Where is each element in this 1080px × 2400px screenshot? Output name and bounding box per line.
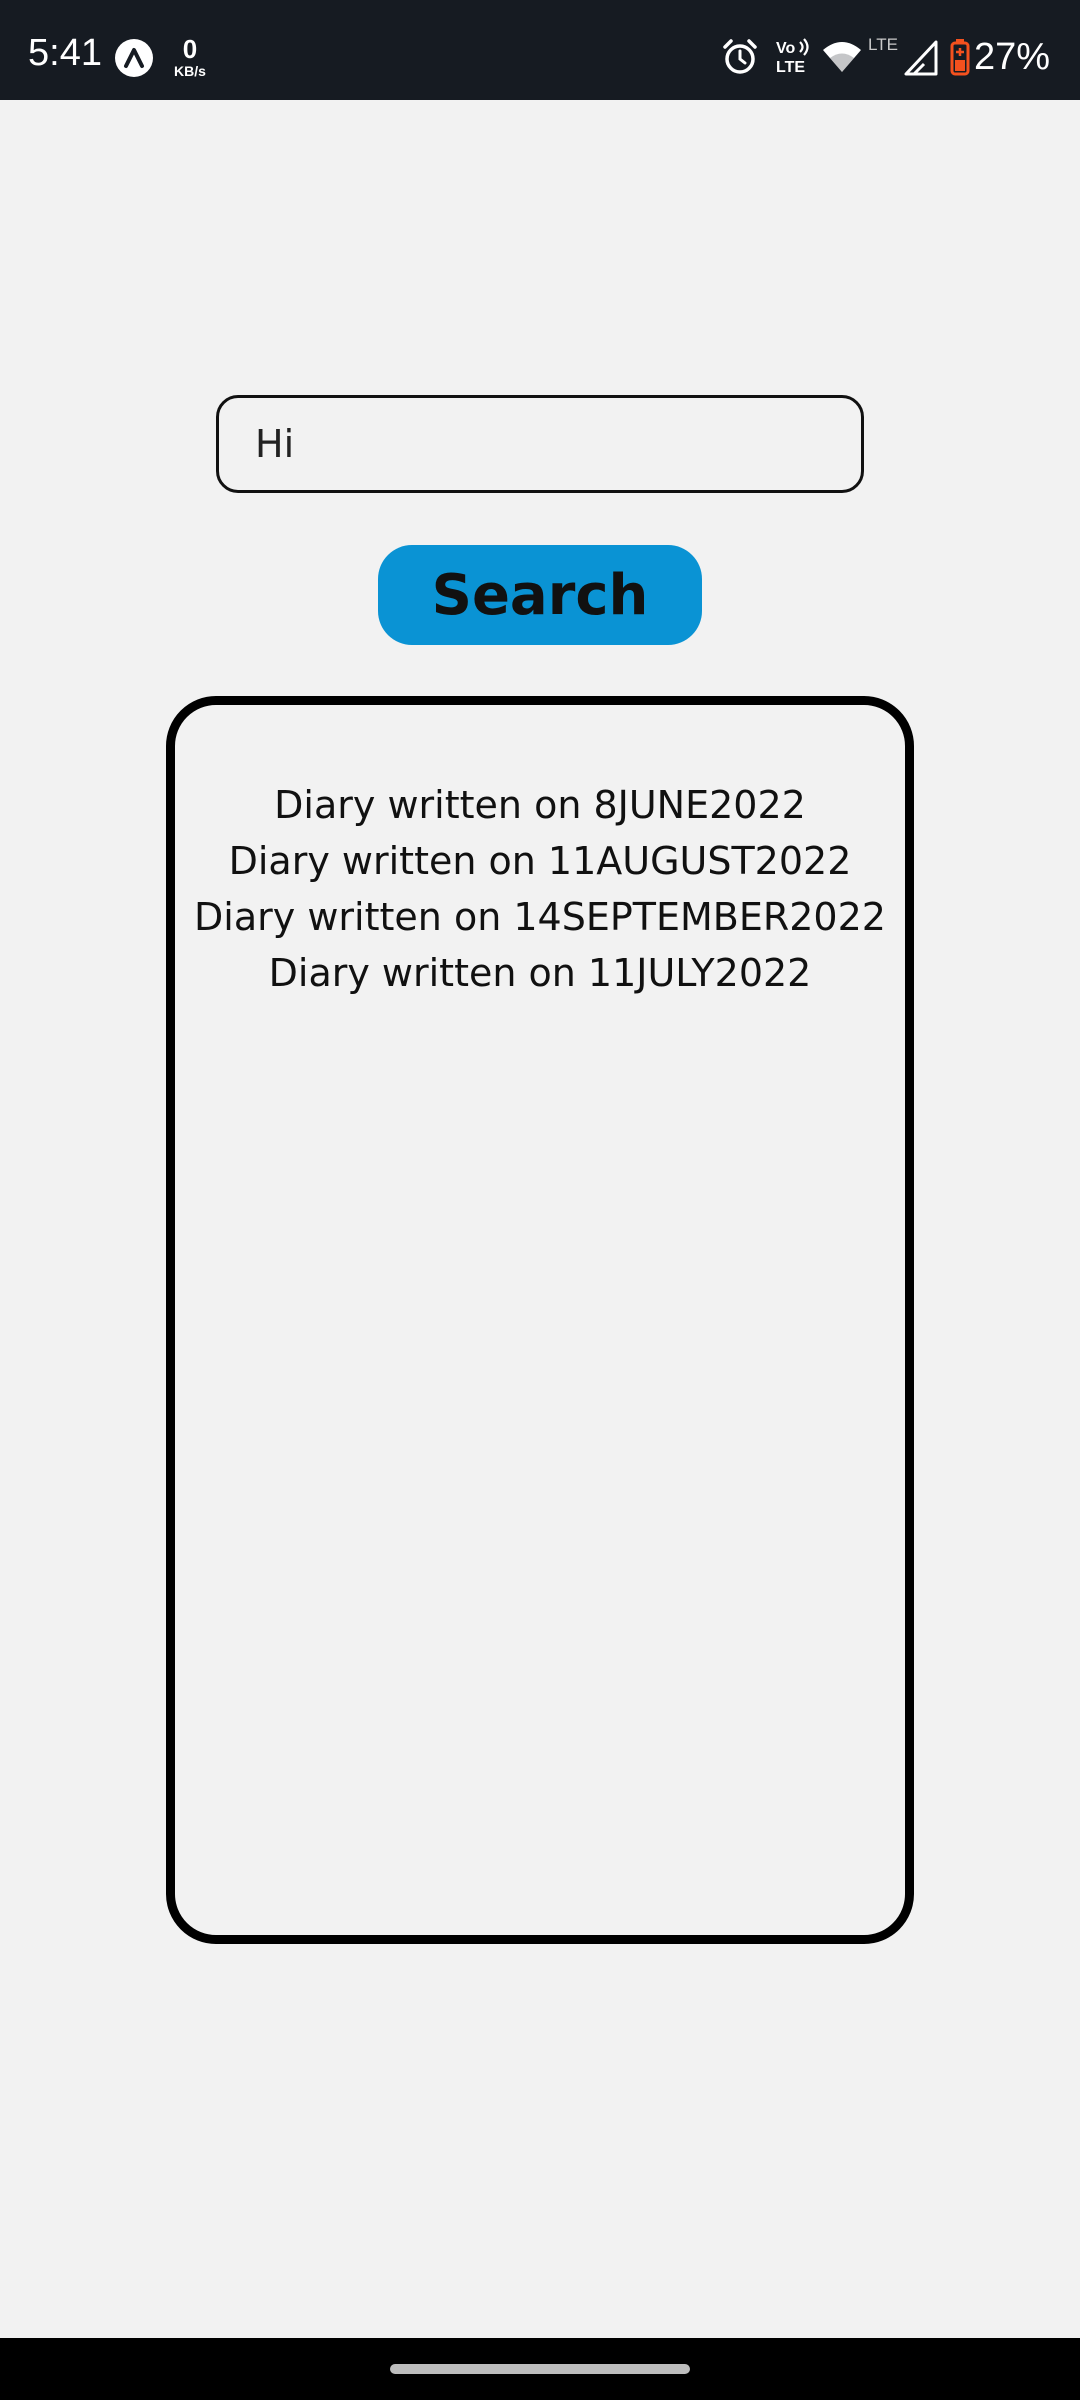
diary-entry[interactable]: Diary written on 14SEPTEMBER2022	[175, 889, 905, 945]
net-speed-value: 0	[182, 34, 198, 64]
battery-icon	[950, 39, 970, 76]
lte-signal-icon: LTE	[868, 35, 938, 76]
diary-entry[interactable]: Diary written on 11AUGUST2022	[175, 833, 905, 889]
results-panel: Diary written on 8JUNE2022 Diary written…	[166, 696, 914, 1944]
app-icon	[115, 39, 153, 77]
net-speed-unit: KB/s	[174, 63, 206, 79]
status-time: 5:41	[28, 32, 102, 74]
diary-entry[interactable]: Diary written on 8JUNE2022	[175, 777, 905, 833]
volte-label-bottom: LTE	[776, 59, 805, 76]
search-input[interactable]	[216, 395, 864, 493]
navigation-bar	[0, 2338, 1080, 2400]
volte-label-top: Vo	[776, 40, 795, 57]
net-speed: 0 KB/s	[168, 36, 212, 78]
status-bar: 5:41 0 KB/s Vo LTE LTE 27%	[0, 0, 1080, 100]
alarm-icon	[723, 39, 757, 74]
wifi-icon	[823, 42, 861, 72]
battery-percent: 27%	[974, 36, 1051, 78]
lte-label: LTE	[868, 35, 898, 54]
search-button[interactable]: Search	[378, 545, 702, 645]
volte-icon: Vo LTE	[776, 38, 809, 76]
diary-entry[interactable]: Diary written on 11JULY2022	[175, 945, 905, 1001]
home-indicator[interactable]	[390, 2364, 690, 2374]
